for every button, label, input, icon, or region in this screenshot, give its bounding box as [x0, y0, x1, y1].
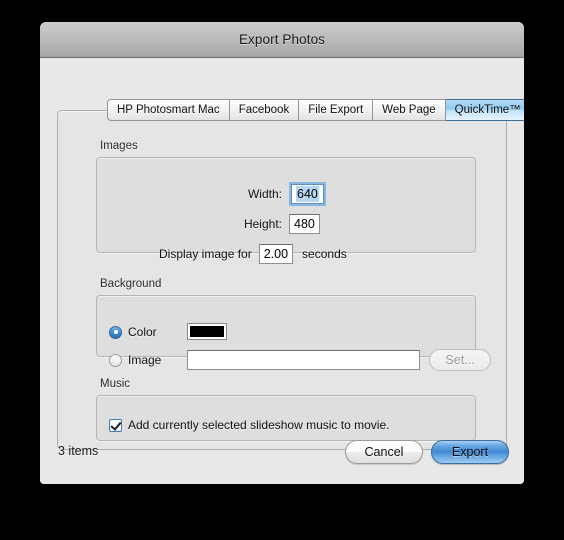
export-photos-dialog: Export Photos Images Width: 640 Height: … [40, 22, 524, 484]
background-color-swatch[interactable] [187, 323, 227, 340]
height-row: Height: 480 [222, 214, 320, 234]
tab-web-page[interactable]: Web Page [373, 99, 446, 121]
tab-label: HP Photosmart Mac [117, 104, 220, 116]
height-label: Height: [243, 217, 282, 231]
background-image-path-input[interactable] [187, 350, 420, 370]
tab-label: Facebook [238, 104, 290, 116]
radio-button-icon-unselected[interactable] [109, 353, 122, 367]
images-group-title: Images [100, 140, 138, 152]
background-image-radio[interactable]: Image [109, 350, 161, 370]
tab-facebook[interactable]: Facebook [229, 99, 300, 121]
images-group-box: Width: 640 Height: 480 Display image for… [96, 157, 476, 264]
export-tabs: HP Photosmart Mac Facebook File Export W… [107, 99, 524, 121]
background-color-label: Color [128, 325, 157, 339]
width-input-value: 640 [296, 186, 319, 202]
background-group: Background Color Image Set... [96, 278, 491, 371]
width-input[interactable]: 640 [291, 184, 324, 204]
set-background-image-button[interactable]: Set... [429, 349, 491, 371]
dialog-footer: 3 items Cancel Export [40, 426, 524, 484]
background-group-box: Color Image Set... [96, 295, 491, 371]
tab-label: QuickTime™ [454, 104, 521, 116]
tab-label: File Export [308, 104, 364, 116]
background-color-radio[interactable]: Color [109, 322, 157, 342]
tab-label: Web Page [382, 104, 436, 116]
display-duration-input[interactable]: 2.00 [258, 244, 294, 264]
color-swatch-fill [190, 326, 224, 337]
height-input[interactable]: 480 [289, 214, 320, 234]
background-group-title: Background [100, 278, 162, 290]
dialog-body: Images Width: 640 Height: 480 Display im… [40, 58, 524, 484]
height-input-value: 480 [294, 217, 315, 231]
cancel-button[interactable]: Cancel [345, 440, 423, 464]
tab-panel: Images Width: 640 Height: 480 Display im… [57, 110, 507, 450]
music-group-title: Music [100, 378, 131, 390]
window-title: Export Photos [238, 32, 326, 47]
display-duration-row: Display image for 2.00 seconds [159, 244, 347, 264]
width-label: Width: [247, 187, 282, 201]
window-titlebar[interactable]: Export Photos [40, 22, 524, 58]
export-button[interactable]: Export [431, 440, 509, 464]
display-duration-label: Display image for [159, 247, 252, 261]
background-image-label: Image [128, 353, 162, 367]
images-group: Images Width: 640 Height: 480 Display im… [96, 140, 476, 264]
display-duration-value: 2.00 [263, 247, 289, 261]
tab-hp-photosmart-mac[interactable]: HP Photosmart Mac [107, 99, 230, 121]
radio-button-icon-selected[interactable] [109, 325, 122, 339]
screen: Export Photos Images Width: 640 Height: … [0, 0, 564, 540]
tab-file-export[interactable]: File Export [299, 99, 374, 121]
width-row: Width: 640 [222, 184, 324, 204]
display-duration-units: seconds [302, 247, 347, 261]
item-count-label: 3 items [58, 444, 99, 458]
tab-quicktime[interactable]: QuickTime™ [445, 99, 524, 121]
